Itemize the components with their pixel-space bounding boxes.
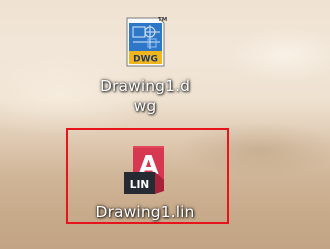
file-label[interactable]: Drawing1.lin (96, 202, 195, 222)
dwg-icon-text: DWG (133, 54, 158, 64)
autocad-dwg-file-icon[interactable]: DWG TM (120, 15, 170, 69)
trademark-mark: TM (158, 17, 167, 23)
lin-icon-text: LIN (130, 179, 149, 191)
desktop-file-lin[interactable]: A LIN Drawing1.lin (80, 144, 210, 222)
autocad-lin-file-icon[interactable]: A LIN (119, 144, 171, 196)
desktop-file-dwg[interactable]: DWG TM Drawing1.dwg (80, 15, 210, 116)
file-label[interactable]: Drawing1.dwg (95, 76, 195, 116)
